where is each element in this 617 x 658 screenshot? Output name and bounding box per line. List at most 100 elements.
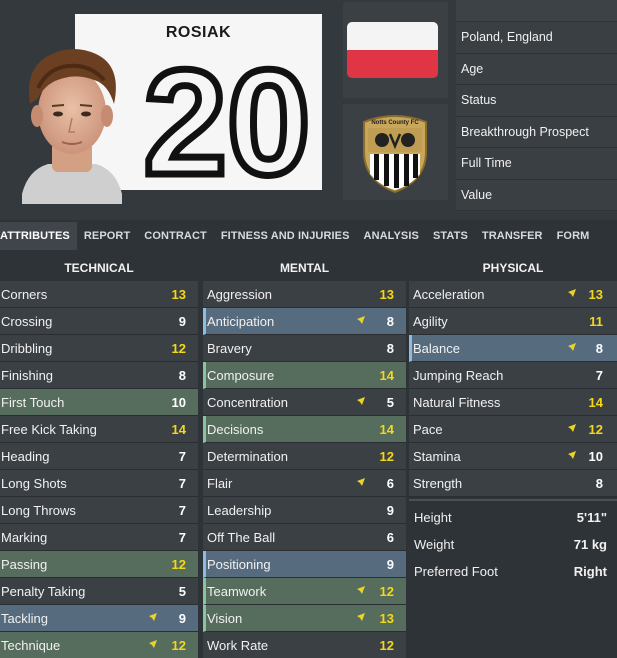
trend-up-arrow-icon: [355, 613, 365, 623]
attribute-row-passing[interactable]: Passing 12: [0, 551, 198, 578]
attribute-row-flair[interactable]: Flair 6: [203, 470, 406, 497]
attribute-value: 6: [386, 530, 394, 545]
attribute-name: Work Rate: [207, 638, 269, 653]
attribute-row-first-touch[interactable]: First Touch 10: [0, 389, 198, 416]
attribute-row-bravery[interactable]: Bravery 8: [203, 335, 406, 362]
info-row-blank: [456, 0, 617, 22]
nationality-flag-panel[interactable]: [343, 2, 448, 98]
attribute-name: Dribbling: [1, 341, 53, 356]
tab-analysis[interactable]: ANALYSIS: [357, 222, 426, 250]
attribute-row-natural-fitness[interactable]: Natural Fitness 14: [409, 389, 617, 416]
attribute-name: Tackling: [1, 611, 48, 626]
trend-up-arrow-icon: [355, 316, 365, 326]
attribute-row-long-throws[interactable]: Long Throws 7: [0, 497, 198, 524]
attribute-name: Passing: [1, 557, 48, 572]
attribute-value: 9: [178, 611, 186, 626]
attribute-row-decisions[interactable]: Decisions 14: [203, 416, 406, 443]
attribute-row-positioning[interactable]: Positioning 9: [203, 551, 406, 578]
attribute-row-anticipation[interactable]: Anticipation 8: [203, 308, 406, 335]
trend-up-arrow-icon: [566, 451, 576, 461]
detail-value: 71 kg: [573, 537, 607, 552]
shirt-number: 20: [144, 54, 311, 184]
technical-header: TECHNICAL: [64, 261, 134, 275]
tab-contract[interactable]: CONTRACT: [137, 222, 214, 250]
tab-stats[interactable]: STATS: [426, 222, 475, 250]
attribute-row-crossing[interactable]: Crossing 9: [0, 308, 198, 335]
attribute-value: 12: [379, 449, 394, 464]
attribute-row-dribbling[interactable]: Dribbling 12: [0, 335, 198, 362]
attribute-row-teamwork[interactable]: Teamwork 12: [203, 578, 406, 605]
attribute-row-leadership[interactable]: Leadership 9: [203, 497, 406, 524]
shirt-number-graphic: 20: [140, 54, 314, 184]
attribute-name: Leadership: [207, 503, 272, 518]
attribute-row-jumping-reach[interactable]: Jumping Reach 7: [409, 362, 617, 389]
crest-text: Notts County FC: [371, 120, 419, 126]
trend-up-arrow-icon: [355, 478, 365, 488]
age-label: Age: [456, 53, 617, 85]
player-portrait[interactable]: [8, 44, 136, 204]
detail-label: Height: [414, 510, 452, 525]
tab-report[interactable]: REPORT: [77, 222, 137, 250]
attribute-name: Composure: [207, 368, 275, 383]
detail-label: Preferred Foot: [414, 564, 498, 579]
attribute-value: 7: [178, 449, 186, 464]
trend-up-arrow-icon: [566, 343, 576, 353]
detail-row-preferred-foot: Preferred Foot Right: [409, 558, 617, 585]
tab-fitness-and-injuries[interactable]: FITNESS AND INJURIES: [214, 222, 357, 250]
attribute-row-off-the-ball[interactable]: Off The Ball 6: [203, 524, 406, 551]
attribute-name: Aggression: [207, 287, 273, 302]
status-label: Status: [456, 85, 617, 117]
attribute-row-strength[interactable]: Strength 8: [409, 470, 617, 497]
tab-form[interactable]: FORM: [550, 222, 597, 250]
attribute-row-acceleration[interactable]: Acceleration 13: [409, 281, 617, 308]
trend-up-arrow-icon: [147, 640, 157, 650]
club-crest-panel[interactable]: Notts County FC: [343, 104, 448, 200]
attribute-row-long-shots[interactable]: Long Shots 7: [0, 470, 198, 497]
attribute-value: 13: [588, 287, 603, 302]
tab-transfer[interactable]: TRANSFER: [475, 222, 550, 250]
attribute-row-balance[interactable]: Balance 8: [409, 335, 617, 362]
attribute-row-heading[interactable]: Heading 7: [0, 443, 198, 470]
status-value: Breakthrough Prospect: [456, 116, 617, 148]
attribute-name: Long Shots: [1, 476, 67, 491]
attribute-row-composure[interactable]: Composure 14: [203, 362, 406, 389]
mental-attributes: Aggression 13 Anticipation 8 Bravery 8 Composu…: [203, 281, 406, 658]
detail-label: Weight: [414, 537, 455, 552]
player-header: ROSIAK 20 Notts County FC Poland, Englan…: [0, 0, 617, 220]
attribute-row-corners[interactable]: Corners 13: [0, 281, 198, 308]
attribute-value: 7: [178, 476, 186, 491]
attribute-value: 7: [178, 503, 186, 518]
attribute-name: Anticipation: [207, 314, 275, 329]
attribute-value: 13: [379, 287, 394, 302]
physical-header: PHYSICAL: [482, 261, 544, 275]
attribute-row-tackling[interactable]: Tackling 9: [0, 605, 198, 632]
attribute-row-finishing[interactable]: Finishing 8: [0, 362, 198, 389]
attribute-row-pace[interactable]: Pace 12: [409, 416, 617, 443]
attribute-value: 8: [386, 314, 394, 329]
attribute-name: Heading: [1, 449, 50, 464]
attribute-value: 14: [588, 395, 603, 410]
attribute-row-work-rate[interactable]: Work Rate 12: [203, 632, 406, 658]
attribute-value: 12: [171, 638, 186, 653]
attribute-value: 9: [178, 314, 186, 329]
attribute-row-marking[interactable]: Marking 7: [0, 524, 198, 551]
attribute-row-vision[interactable]: Vision 13: [203, 605, 406, 632]
attribute-row-agility[interactable]: Agility 11: [409, 308, 617, 335]
tab-attributes[interactable]: ATTRIBUTES: [0, 222, 77, 250]
attribute-name: Long Throws: [1, 503, 76, 518]
attribute-row-stamina[interactable]: Stamina 10: [409, 443, 617, 470]
attribute-row-free-kick-taking[interactable]: Free Kick Taking 14: [0, 416, 198, 443]
attribute-name: Finishing: [1, 368, 54, 383]
attribute-row-concentration[interactable]: Concentration 5: [203, 389, 406, 416]
attribute-name: Decisions: [207, 422, 264, 437]
attribute-name: First Touch: [1, 395, 65, 410]
attribute-row-penalty-taking[interactable]: Penalty Taking 5: [0, 578, 198, 605]
attribute-name: Corners: [1, 287, 48, 302]
attribute-row-aggression[interactable]: Aggression 13: [203, 281, 406, 308]
attribute-name: Concentration: [207, 395, 288, 410]
trend-up-arrow-icon: [566, 424, 576, 434]
attribute-value: 11: [589, 314, 603, 329]
attribute-row-determination[interactable]: Determination 12: [203, 443, 406, 470]
attribute-row-technique[interactable]: Technique 12: [0, 632, 198, 658]
attribute-value: 14: [379, 422, 394, 437]
